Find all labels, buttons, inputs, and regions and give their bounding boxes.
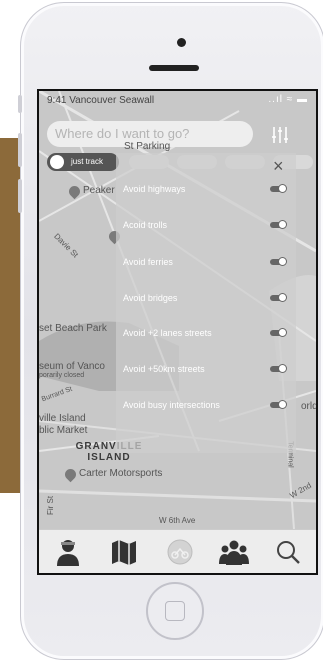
map-label-w6th: W 6th Ave (159, 516, 196, 525)
motorcycle-icon (167, 539, 193, 565)
option-label-ferries: Avoid ferries (123, 257, 173, 267)
toggle-lanes[interactable] (270, 328, 287, 337)
search-icon (277, 541, 300, 564)
status-bar: 9:41 Vancouver Seawall ..ıl ≈ ▬ (39, 91, 316, 111)
map-label-museum-sub: porarily closed (39, 372, 85, 379)
volume-down-button (18, 179, 22, 213)
map-label-peaker: Peaker (83, 185, 115, 196)
tab-profile[interactable] (53, 538, 83, 566)
map-label-world: orld (301, 401, 318, 412)
toggle-ferries[interactable] (270, 257, 287, 266)
toggle-trolls[interactable] (270, 220, 287, 229)
option-label-highways: Avoid highways (123, 184, 186, 194)
option-label-bridges: Avoid bridges (123, 293, 178, 303)
status-location: 9:41 Vancouver Seawall (47, 95, 155, 106)
map-label-public-market: blic Market (39, 425, 88, 436)
mute-switch (18, 95, 22, 113)
app-screen: 9:41 Vancouver Seawall ..ıl ≈ ▬ Where do… (37, 89, 318, 575)
toggle-bridges[interactable] (270, 293, 287, 302)
map-label-parking: St Parking (124, 141, 171, 152)
toggle-50km[interactable] (270, 364, 287, 373)
option-label-lanes: Avoid +2 lanes streets (123, 328, 212, 338)
route-options-panel: × Avoid highways Acoid trolls Avoid ferr… (116, 153, 296, 453)
option-label-intersections: Avoid busy intersections (123, 400, 220, 410)
map-label-carter: Carter Motorsports (79, 468, 163, 479)
map-label-sunset-beach: set Beach Park (39, 323, 107, 334)
chip-just-track[interactable]: just track (47, 153, 119, 171)
map-label-granville-market: ville Island (39, 413, 86, 424)
speaker-grille (149, 65, 199, 71)
person-icon (57, 540, 79, 566)
search-placeholder: Where do I want to go? (55, 126, 190, 141)
map-label-fir: Fir St (46, 495, 56, 516)
status-indicators: ..ıl ≈ ▬ (268, 94, 308, 105)
chip-label: just track (71, 157, 104, 166)
tab-map[interactable] (109, 538, 139, 566)
map-icon (112, 540, 136, 565)
close-icon[interactable]: × (273, 157, 284, 175)
home-square-icon (165, 601, 185, 621)
volume-up-button (18, 133, 22, 167)
camera-icon (177, 38, 186, 47)
toggle-intersections[interactable] (270, 400, 287, 409)
tab-search[interactable] (273, 538, 303, 566)
map-label-museum: seum of Vanco (39, 361, 105, 372)
toggle-highways[interactable] (270, 184, 287, 193)
group-icon (219, 540, 249, 565)
option-label-50km: Avoid +50km streets (123, 364, 205, 374)
option-label-trolls: Acoid trolls (123, 220, 168, 230)
filter-sliders-icon[interactable] (269, 124, 291, 146)
home-button[interactable] (146, 582, 204, 640)
motorcycle-chip-icon (50, 155, 64, 169)
tab-bar (39, 529, 316, 573)
tab-group[interactable] (219, 538, 249, 566)
tab-ride[interactable] (165, 538, 195, 566)
